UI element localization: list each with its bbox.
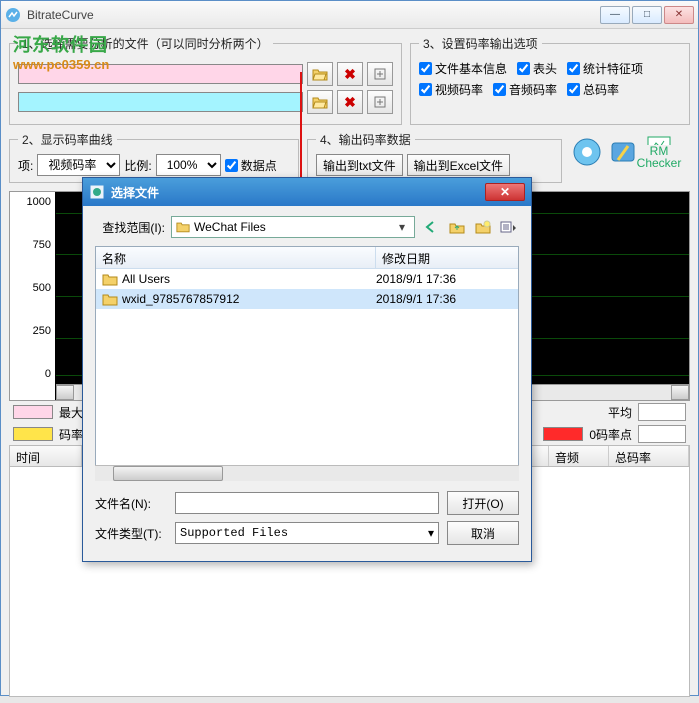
action-file-1-button[interactable] — [367, 62, 393, 86]
export-txt-button[interactable]: 输出到txt文件 — [316, 154, 403, 176]
swatch-pink — [13, 405, 53, 419]
col-time[interactable]: 时间 — [10, 446, 82, 466]
col-name[interactable]: 名称 — [96, 247, 376, 268]
app-icon — [5, 7, 21, 23]
chk-datapoint[interactable]: 数据点 — [225, 157, 277, 174]
col-total[interactable]: 总码率 — [609, 446, 689, 466]
open-file-2-button[interactable] — [307, 90, 333, 114]
file-slot-2[interactable] — [18, 92, 303, 112]
chk-audio[interactable]: 音频码率 — [493, 81, 557, 98]
col-date[interactable]: 修改日期 — [376, 247, 518, 268]
legend-bitrate: 码率 — [59, 426, 83, 443]
dialog-titlebar: 选择文件 ✕ — [83, 178, 531, 206]
chk-total[interactable]: 总码率 — [567, 81, 619, 98]
group2-legend: 2、显示码率曲线 — [18, 131, 117, 148]
open-button[interactable]: 打开(O) — [447, 491, 519, 515]
ratio-label: 比例: — [124, 157, 151, 174]
chk-stats[interactable]: 统计特征项 — [567, 60, 643, 77]
item-select[interactable]: 视频码率 — [37, 154, 120, 176]
window-title: BitrateCurve — [27, 8, 598, 22]
tool-icon-2[interactable] — [606, 135, 640, 169]
clear-file-1-button[interactable]: ✖ — [337, 62, 363, 86]
close-button[interactable]: ✕ — [664, 6, 694, 24]
rm-checker-icon[interactable]: RM Checker — [642, 135, 676, 169]
view-menu-button[interactable] — [499, 217, 519, 237]
file-list-scrollbar[interactable] — [95, 465, 519, 481]
chk-video[interactable]: 视频码率 — [419, 81, 483, 98]
col-audio[interactable]: 音频 — [549, 446, 609, 466]
group3-legend: 3、设置码率输出选项 — [419, 35, 542, 52]
legend-avg: 平均 — [608, 404, 632, 421]
item-label: 项: — [18, 157, 33, 174]
group-display-curve: 2、显示码率曲线 项: 视频码率 比例: 100% 数据点 — [9, 131, 299, 183]
cancel-button[interactable]: 取消 — [447, 521, 519, 545]
action-file-2-button[interactable] — [367, 90, 393, 114]
rm-checker-area: RM Checker — [570, 131, 690, 169]
file-slot-1[interactable] — [18, 64, 303, 84]
filename-label: 文件名(N): — [95, 495, 167, 512]
chk-header[interactable]: 表头 — [517, 60, 557, 77]
y-axis: 1000 750 500 250 0 — [10, 192, 56, 400]
dialog-icon — [89, 184, 105, 200]
tool-icon-1[interactable] — [570, 135, 604, 169]
clear-file-2-button[interactable]: ✖ — [337, 90, 363, 114]
ratio-select[interactable]: 100% — [156, 154, 221, 176]
file-row[interactable]: All Users 2018/9/1 17:36 — [96, 269, 518, 289]
new-folder-button[interactable] — [473, 217, 493, 237]
up-folder-button[interactable] — [447, 217, 467, 237]
group1-legend: 1、选择需要分析的文件（可以同时分析两个） — [18, 35, 273, 52]
group4-legend: 4、输出码率数据 — [316, 131, 415, 148]
group-select-files: 1、选择需要分析的文件（可以同时分析两个） ✖ ✖ — [9, 35, 402, 125]
minimize-button[interactable]: — — [600, 6, 630, 24]
avg-value — [638, 403, 686, 421]
zero-value — [638, 425, 686, 443]
lookin-combo[interactable]: WeChat Files ▾ — [171, 216, 415, 238]
legend-max: 最大 — [59, 404, 83, 421]
folder-icon — [176, 221, 190, 233]
chevron-down-icon: ▾ — [394, 220, 410, 234]
file-open-dialog: 选择文件 ✕ 查找范围(I): WeChat Files ▾ 名称 修改日期 A… — [82, 177, 532, 562]
file-list[interactable]: 名称 修改日期 All Users 2018/9/1 17:36 wxid_97… — [95, 246, 519, 466]
titlebar: BitrateCurve — □ ✕ — [1, 1, 698, 29]
file-row[interactable]: wxid_9785767857912 2018/9/1 17:36 — [96, 289, 518, 309]
legend-zero: 0码率点 — [589, 426, 632, 443]
filename-input[interactable] — [175, 492, 439, 514]
export-excel-button[interactable]: 输出到Excel文件 — [407, 154, 510, 176]
back-button[interactable] — [421, 217, 441, 237]
open-file-1-button[interactable] — [307, 62, 333, 86]
dialog-title: 选择文件 — [111, 184, 485, 201]
group-output-data: 4、输出码率数据 输出到txt文件 输出到Excel文件 — [307, 131, 562, 183]
filetype-label: 文件类型(T): — [95, 525, 167, 542]
swatch-yellow — [13, 427, 53, 441]
group-output-options: 3、设置码率输出选项 文件基本信息 表头 统计特征项 视频码率 音频码率 总码率 — [410, 35, 690, 125]
filetype-combo[interactable]: Supported Files▾ — [175, 522, 439, 544]
maximize-button[interactable]: □ — [632, 6, 662, 24]
dialog-close-button[interactable]: ✕ — [485, 183, 525, 201]
lookin-label: 查找范围(I): — [95, 219, 165, 236]
swatch-red — [543, 427, 583, 441]
chk-fileinfo[interactable]: 文件基本信息 — [419, 60, 507, 77]
